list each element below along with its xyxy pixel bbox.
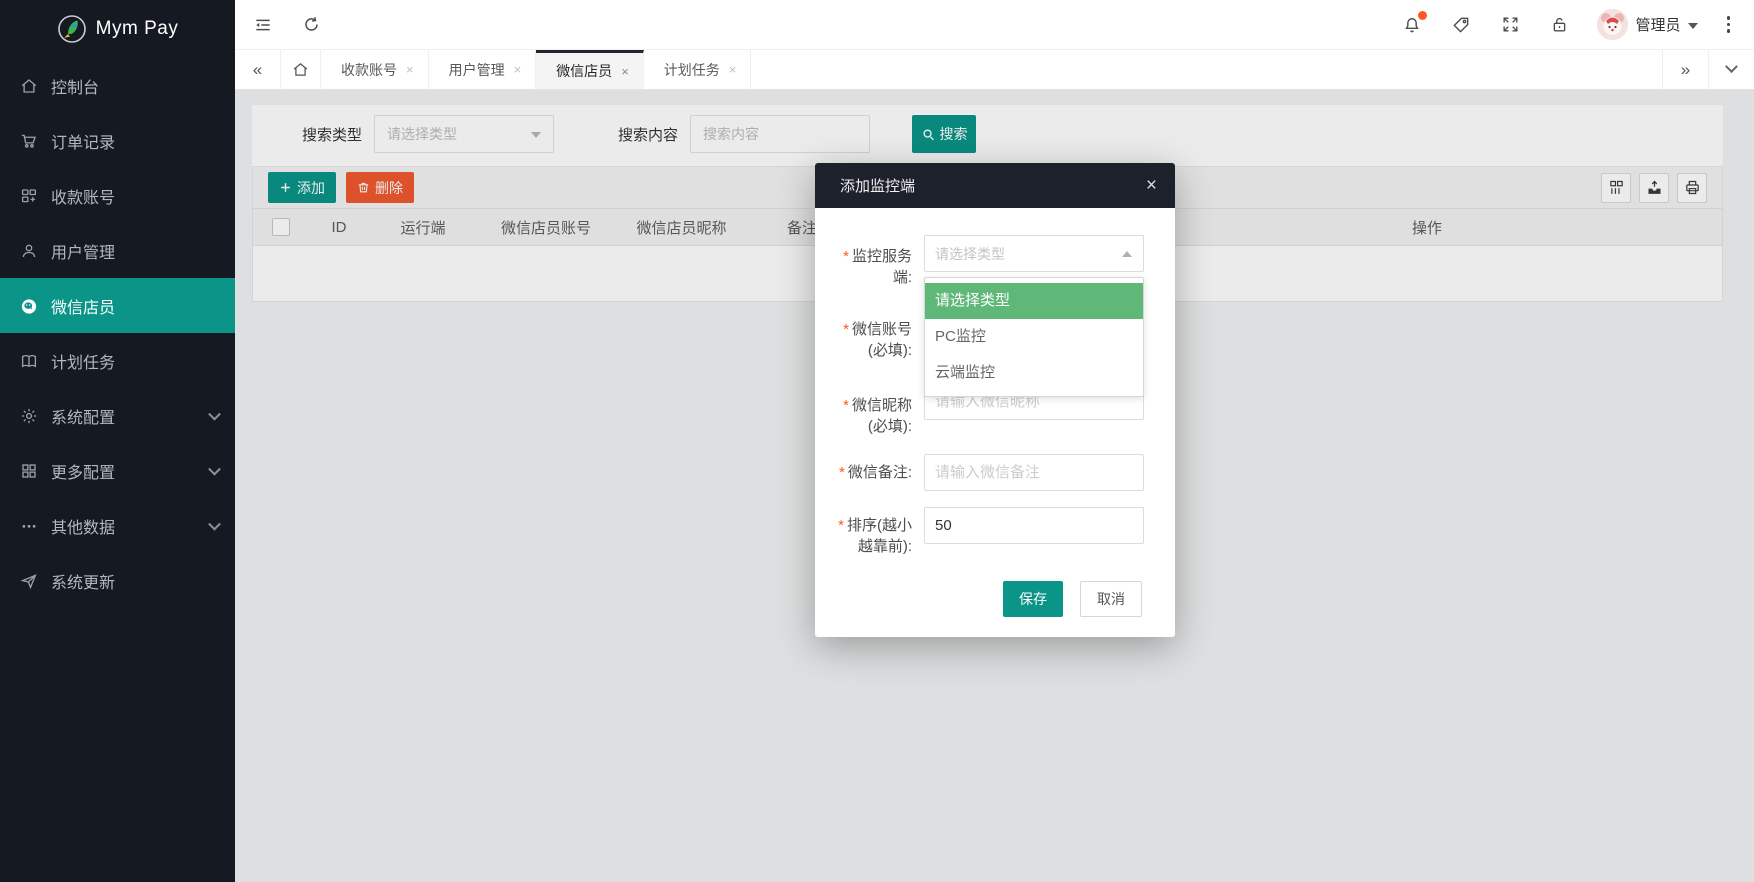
tabs-menu-button[interactable] — [1708, 50, 1754, 89]
dots-icon — [20, 517, 38, 535]
notification-dot — [1418, 11, 1427, 20]
tab-scheduled-tasks[interactable]: 计划任务 × — [644, 50, 752, 89]
main-area: 管理员 « 收款账号 × 用户管理 × 微信店员 × — [235, 0, 1754, 882]
content-area: 搜索类型 请选择类型 搜索内容 搜索 添加 — [235, 90, 1754, 882]
tabs-scroll-right-button[interactable]: » — [1662, 50, 1708, 89]
user-menu[interactable]: 管理员 — [1597, 9, 1697, 40]
sidebar-menu: 控制台 订单记录 收款账号 用户管理 — [0, 58, 235, 608]
caret-down-icon — [1688, 23, 1698, 29]
field-label-monitor-server: *监控服务 端: — [825, 246, 912, 288]
accounts-icon — [20, 187, 38, 205]
modal-header: 添加监控端 × — [815, 163, 1175, 208]
dropdown-option-placeholder[interactable]: 请选择类型 — [925, 283, 1143, 319]
unlock-icon[interactable] — [1548, 14, 1570, 36]
navbar-right: 管理员 — [1401, 9, 1732, 40]
sidebar-item-wechat-clerk[interactable]: 微信店员 — [0, 278, 235, 333]
modal-body: *监控服务 端: 请选择类型 *微信账号 (必填): *微信昵称 (必填): — [815, 208, 1175, 637]
chevron-down-icon — [208, 517, 221, 530]
chevron-down-icon — [208, 407, 221, 420]
app-title: Mym Pay — [96, 18, 179, 40]
close-icon[interactable]: × — [729, 62, 737, 77]
rocket-logo-icon — [57, 14, 87, 44]
send-icon — [20, 572, 38, 590]
dropdown-option-cloud-monitor[interactable]: 云端监控 — [925, 355, 1143, 391]
field-label-wechat-account: *微信账号 (必填): — [825, 319, 912, 361]
sidebar-item-users[interactable]: 用户管理 — [0, 223, 235, 278]
wechat-remark-input[interactable] — [924, 454, 1144, 491]
close-icon[interactable]: × — [406, 62, 414, 77]
field-label-sort-order: *排序(越小 越靠前): — [825, 515, 912, 557]
cancel-button[interactable]: 取消 — [1080, 581, 1142, 617]
modal-title: 添加监控端 — [840, 175, 915, 196]
tab-wechat-clerk[interactable]: 微信店员 × — [536, 50, 644, 89]
grid-icon — [20, 462, 38, 480]
sidebar-item-tasks[interactable]: 计划任务 — [0, 333, 235, 388]
fullscreen-icon[interactable] — [1499, 14, 1521, 36]
app-root: Mym Pay 控制台 订单记录 收款账号 — [0, 0, 1754, 882]
home-icon — [20, 77, 38, 95]
more-vertical-icon[interactable] — [1725, 14, 1733, 35]
sidebar-item-orders[interactable]: 订单记录 — [0, 113, 235, 168]
close-icon[interactable]: × — [514, 62, 522, 77]
top-navbar: 管理员 — [235, 0, 1754, 50]
sort-order-input[interactable] — [924, 507, 1144, 544]
cart-icon — [20, 132, 38, 150]
save-button[interactable]: 保存 — [1003, 581, 1063, 617]
refresh-icon[interactable] — [300, 14, 322, 36]
sidebar-item-system-update[interactable]: 系统更新 — [0, 553, 235, 608]
add-monitor-modal: 添加监控端 × *监控服务 端: 请选择类型 *微信账号 (必填): — [815, 163, 1175, 637]
tag-icon[interactable] — [1450, 14, 1472, 36]
dropdown-option-pc-monitor[interactable]: PC监控 — [925, 319, 1143, 355]
monitor-server-select[interactable]: 请选择类型 — [924, 235, 1144, 272]
tab-accounts[interactable]: 收款账号 × — [321, 50, 429, 89]
sidebar-item-more-config[interactable]: 更多配置 — [0, 443, 235, 498]
sidebar-item-accounts[interactable]: 收款账号 — [0, 168, 235, 223]
wechat-icon — [20, 297, 38, 315]
field-label-wechat-nickname: *微信昵称 (必填): — [825, 395, 912, 437]
sidebar: Mym Pay 控制台 订单记录 收款账号 — [0, 0, 235, 882]
sidebar-item-console[interactable]: 控制台 — [0, 58, 235, 113]
menu-collapse-icon[interactable] — [252, 14, 274, 36]
tab-home[interactable] — [281, 50, 321, 89]
gear-icon — [20, 407, 38, 425]
sidebar-item-system-config[interactable]: 系统配置 — [0, 388, 235, 443]
close-icon[interactable]: × — [621, 64, 629, 79]
tab-bar: « 收款账号 × 用户管理 × 微信店员 × 计划任务 × » — [235, 50, 1754, 90]
chevron-down-icon — [208, 462, 221, 475]
tabs-scroll-left-button[interactable]: « — [235, 50, 281, 89]
avatar — [1597, 9, 1628, 40]
monitor-server-dropdown: 请选择类型 PC监控 云端监控 — [924, 277, 1144, 397]
book-icon — [20, 352, 38, 370]
app-logo: Mym Pay — [0, 0, 235, 58]
user-icon — [20, 242, 38, 260]
caret-up-icon — [1122, 251, 1132, 257]
tab-users[interactable]: 用户管理 × — [429, 50, 537, 89]
close-icon[interactable]: × — [1146, 176, 1157, 195]
bell-icon[interactable] — [1401, 14, 1423, 36]
username: 管理员 — [1635, 14, 1680, 35]
sidebar-item-other-data[interactable]: 其他数据 — [0, 498, 235, 553]
tabbar-spacer — [751, 50, 1662, 89]
field-label-wechat-remark: *微信备注: — [825, 462, 912, 483]
